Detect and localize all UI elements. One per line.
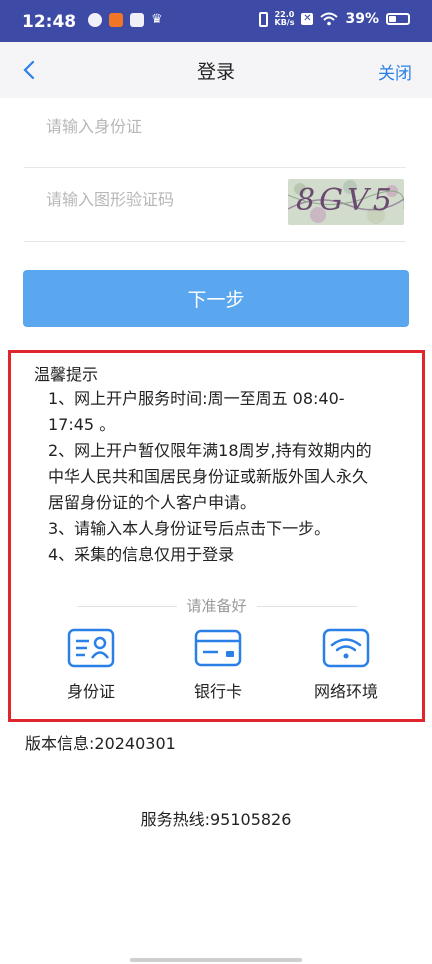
app-notification-icon: [88, 13, 102, 27]
mail-notification-icon: [130, 13, 144, 27]
status-time: 12:48: [22, 12, 77, 32]
divider-line-right: [257, 606, 357, 607]
next-step-button[interactable]: 下一步: [23, 270, 409, 327]
tip-line: 4、采集的信息仅用于登录: [48, 545, 235, 564]
bank-card-icon: [194, 629, 242, 667]
tip-line: 1、网上开户服务时间:周一至周五 08:40-: [48, 389, 345, 408]
prepare-item-label: 身份证: [66, 682, 115, 701]
prepare-divider: 请准备好: [11, 595, 422, 617]
page-title: 登录: [196, 61, 235, 83]
service-hotline[interactable]: 服务热线:95105826: [0, 806, 432, 830]
home-indicator[interactable]: [130, 958, 302, 962]
network-speed: 22.0 KB/s: [275, 11, 295, 27]
prepare-item-network: 网络环境: [291, 628, 401, 702]
id-card-icon: [67, 628, 115, 668]
sim-x-icon: ✕: [301, 13, 314, 25]
prepare-item-label: 网络环境: [313, 682, 378, 701]
prepare-item-label: 银行卡: [193, 682, 242, 701]
wifi-status-icon: [320, 12, 339, 26]
prepare-item-id-card: 身份证: [36, 628, 146, 702]
captcha-input[interactable]: [44, 189, 248, 210]
wifi-icon: [322, 628, 370, 668]
vibrate-icon: [258, 11, 268, 27]
prepare-heading: 请准备好: [186, 597, 247, 615]
version-info: 版本信息:20240301: [25, 734, 176, 753]
id-number-row: [24, 98, 406, 168]
tips-title: 温馨提示: [34, 365, 99, 384]
tip-line: 2、网上开户暂仅限年满18周岁,持有效期内的: [48, 441, 372, 460]
tip-line: 中华人民共和国居民身份证或新版外国人永久: [48, 467, 369, 486]
app-notification-icon: [109, 13, 123, 27]
crown-icon: ♛: [151, 12, 163, 27]
tip-line: 17:45 。: [48, 415, 116, 434]
captcha-text: 8GV5: [296, 183, 396, 218]
status-right: 22.0 KB/s ✕ 39%: [258, 11, 410, 27]
tip-line: 3、请输入本人身份证号后点击下一步。: [48, 519, 331, 538]
close-button[interactable]: 关闭: [378, 59, 412, 84]
battery-text: 39%: [345, 11, 379, 27]
notification-icons: ♛: [88, 13, 163, 27]
prepare-item-bank-card: 银行卡: [163, 628, 273, 702]
battery-icon: [386, 13, 410, 25]
captcha-row: 8GV5: [24, 167, 406, 242]
nav-bar: 登录 关闭: [0, 42, 432, 98]
captcha-image[interactable]: 8GV5: [288, 179, 404, 225]
status-bar: 12:48 ♛ 22.0 KB/s ✕ 39%: [0, 0, 432, 42]
id-number-input[interactable]: [44, 116, 288, 137]
tip-line: 居留身份证的个人客户申请。: [48, 493, 257, 512]
net-speed-unit: KB/s: [274, 18, 295, 27]
tips-highlight-box: 温馨提示 1、网上开户服务时间:周一至周五 08:40- 17:45 。 2、网…: [8, 350, 425, 722]
